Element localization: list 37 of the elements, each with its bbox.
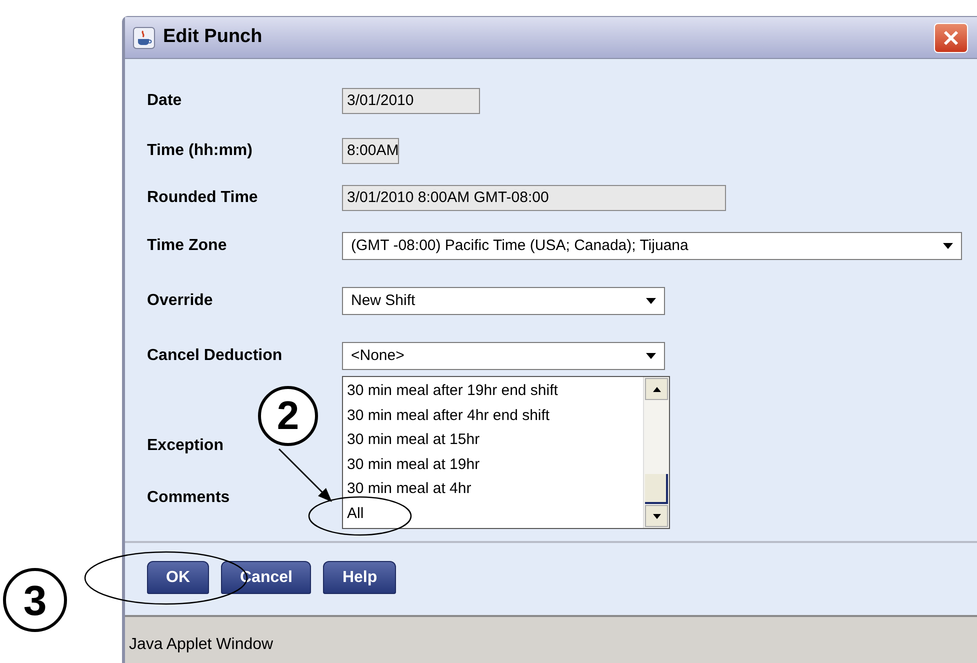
field-label: Date (147, 91, 183, 111)
field-label: Time Zone (147, 236, 228, 256)
caret-icon (646, 298, 656, 304)
input-field[interactable]: 3/01/2010 8:00AM GMT-08:00 (342, 185, 726, 211)
dropdown-field[interactable]: New Shift (342, 287, 665, 315)
list-option[interactable]: 30 min meal at 15hr (347, 428, 643, 452)
scrollbar[interactable] (643, 377, 669, 528)
field-label: Rounded Time (147, 188, 259, 208)
field-label: Override (147, 291, 214, 311)
scroll-down-button[interactable] (645, 505, 668, 527)
down-arrow-icon (652, 514, 660, 518)
coffee-cup-icon (133, 26, 155, 48)
caret-icon (646, 353, 656, 359)
list-option[interactable]: All (347, 502, 643, 526)
field-label: Cancel Deduction (147, 346, 284, 366)
input-field[interactable]: 3/01/2010 (342, 88, 480, 114)
input-field[interactable]: 8:00AM (342, 138, 399, 164)
up-arrow-icon (652, 386, 660, 392)
field-label: Time (hh:mm) (147, 141, 254, 161)
caret-icon (943, 243, 953, 249)
field-label: Exception (147, 436, 224, 456)
window-title: Edit Punch (163, 25, 262, 50)
field-label: Comments (147, 488, 231, 508)
list-option[interactable]: 30 min meal after 4hr end shift (347, 404, 643, 428)
dropdown-field[interactable]: <None> (342, 342, 665, 370)
dialog-button[interactable]: OK (147, 561, 209, 594)
list-option[interactable]: 30 min meal at 4hr (347, 477, 643, 502)
close-button[interactable] (934, 22, 968, 52)
dialog-button[interactable]: Help (323, 561, 396, 594)
scroll-up-button[interactable] (645, 378, 668, 400)
scroll-thumb[interactable] (645, 474, 668, 504)
list-option[interactable]: 30 min meal after 19hr end shift (347, 379, 643, 404)
status-bar: Java Applet Window (125, 615, 977, 663)
dropdown-field[interactable]: (GMT -08:00) Pacific Time (USA; Canada); Tijuana (342, 232, 962, 260)
callout-number: 3 (3, 568, 67, 632)
list-option[interactable]: 30 min meal at 19hr (347, 452, 643, 477)
close-icon (943, 30, 959, 46)
